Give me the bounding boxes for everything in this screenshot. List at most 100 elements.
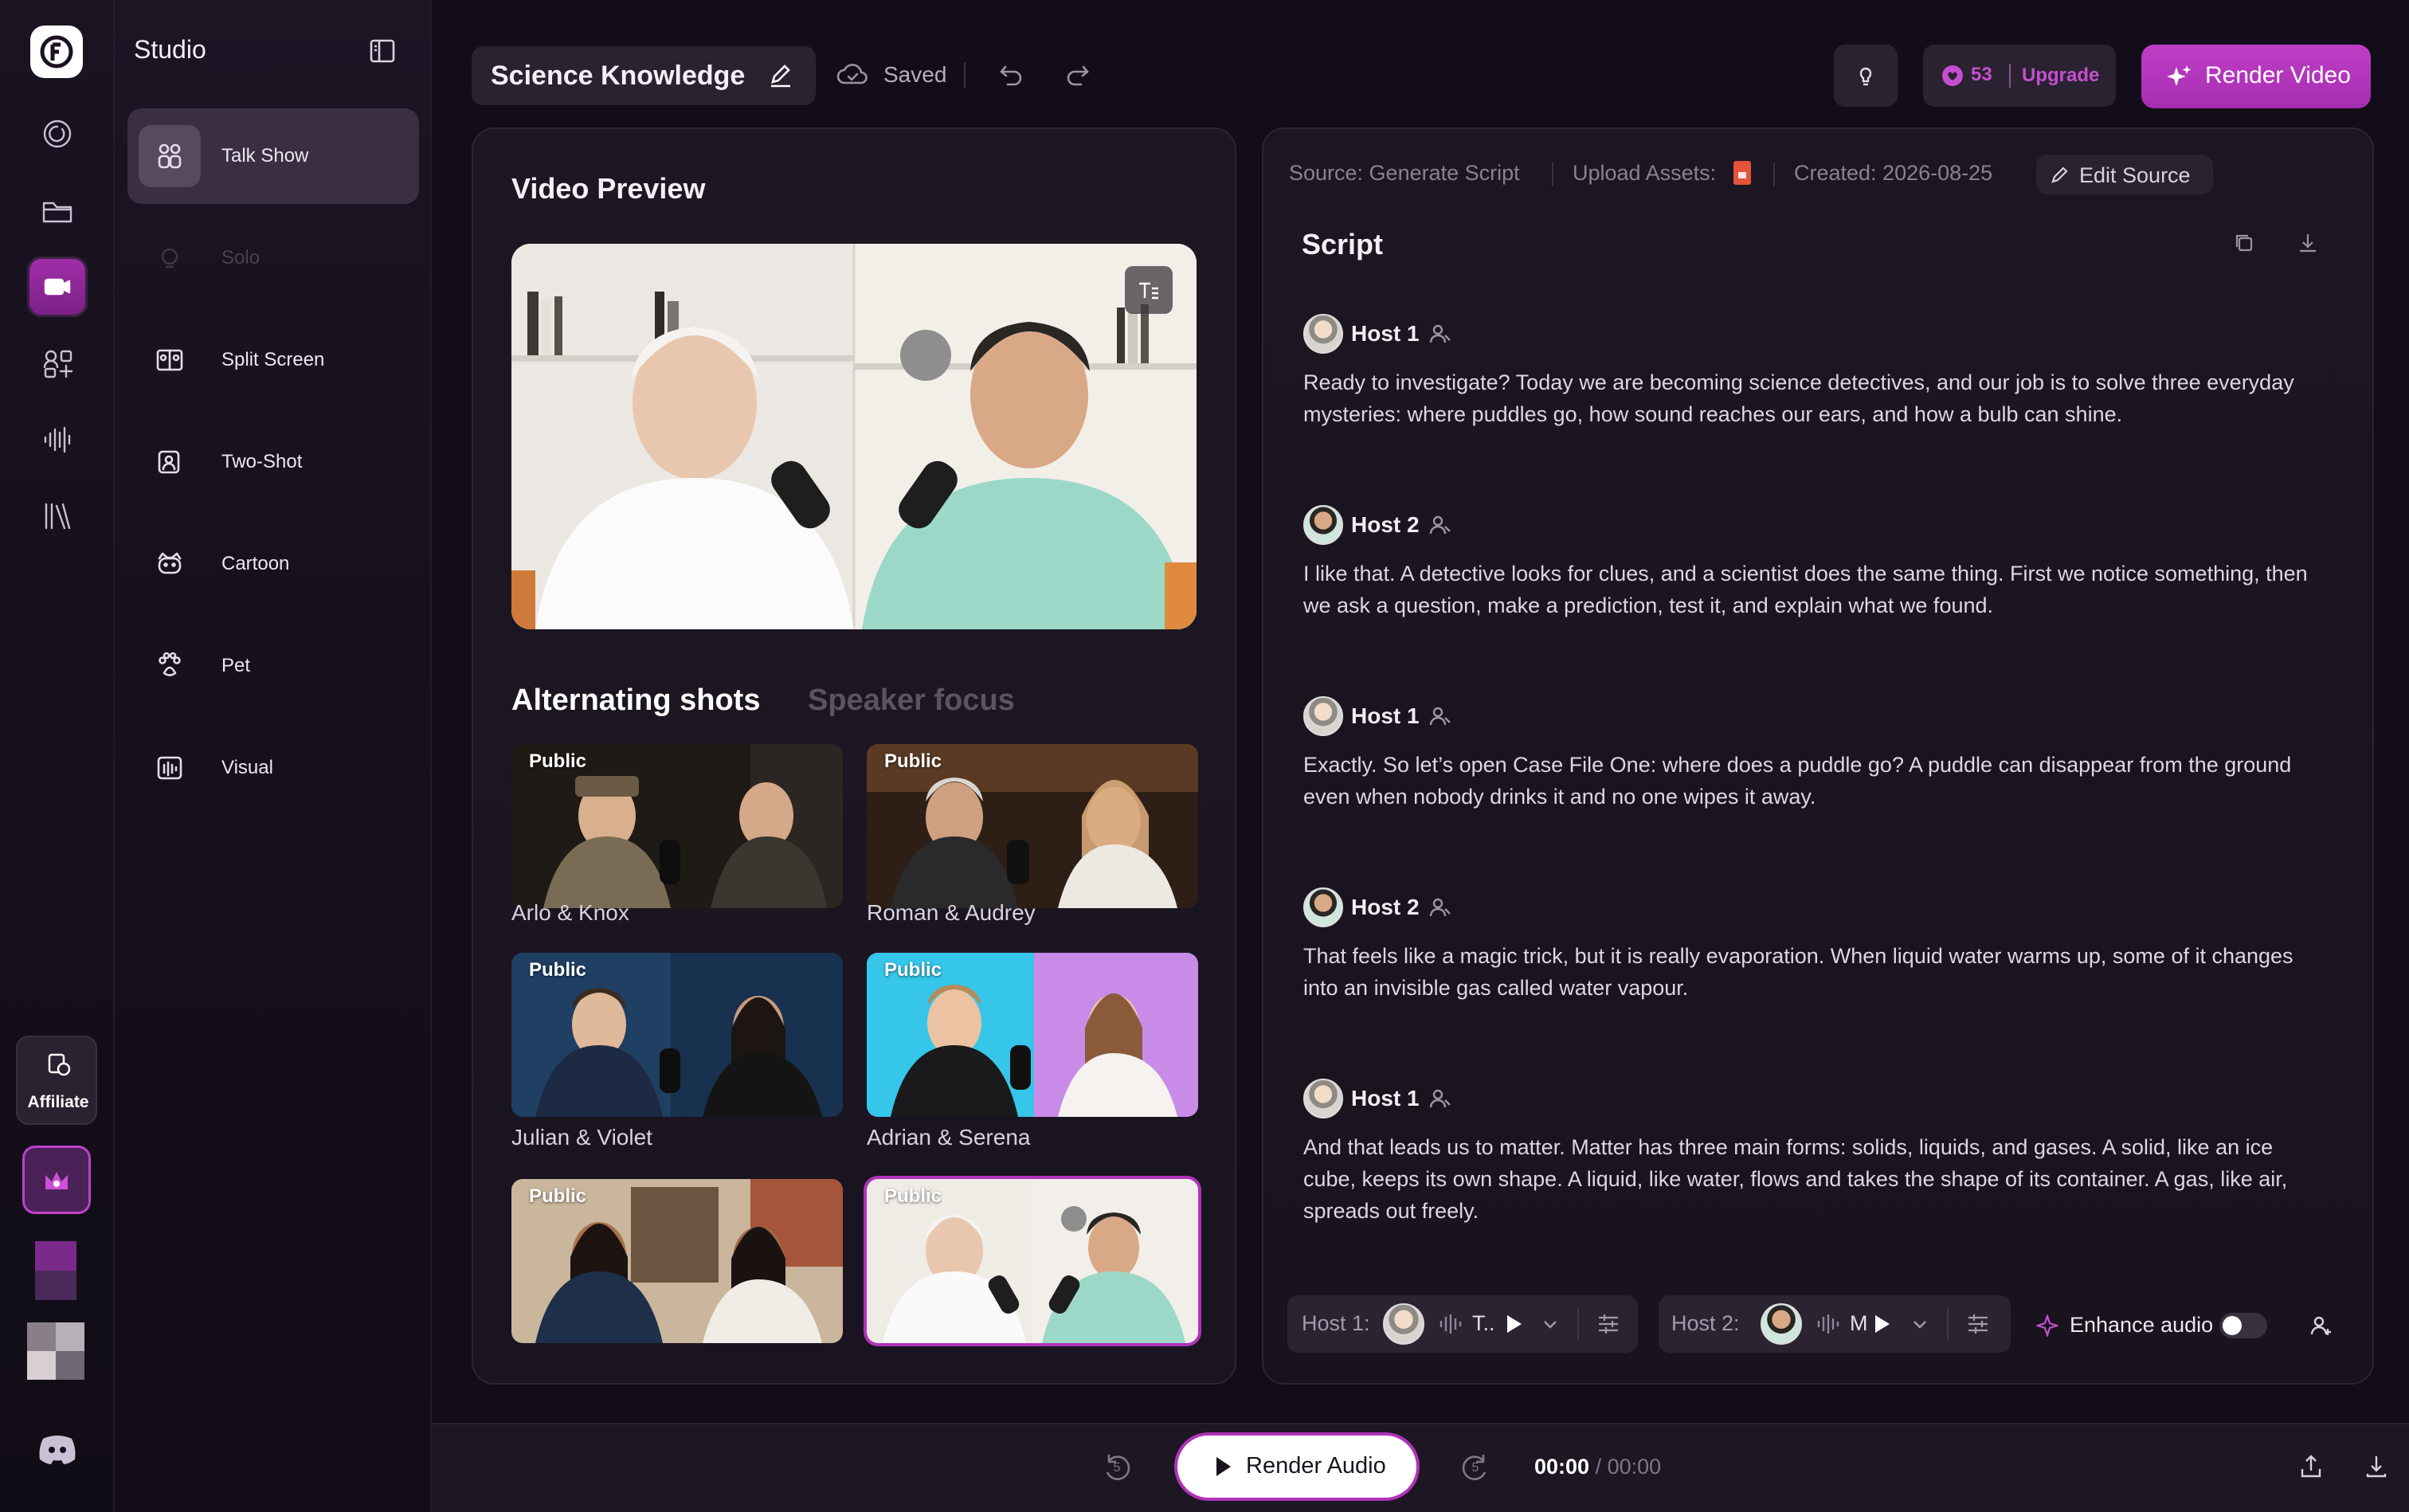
sidebar-item-talk-show[interactable]: Talk Show [127,108,419,204]
audio-waveform-icon[interactable] [27,409,88,470]
affiliate-button[interactable]: Affiliate [16,1036,97,1125]
skip-back-button[interactable]: 5 [1099,1450,1134,1485]
sparkle-icon [2167,65,2192,86]
host-card-roman-audrey[interactable]: Public [867,744,1198,908]
sidebar-item-visual[interactable]: Visual [127,720,419,816]
captions-toggle-icon[interactable] [1125,266,1173,314]
render-audio-label: Render Audio [1246,1453,1386,1479]
skip-back-seconds: 5 [1113,1461,1121,1475]
split-screen-icon [139,329,201,391]
host1-voice-name: T.. [1472,1311,1495,1335]
script-line-header: Host 1 [1303,696,1453,736]
sidebar-item-label: Solo [221,247,260,268]
project-title-text: Science Knowledge [491,60,746,91]
current-time: 00:00 [1534,1455,1590,1479]
host-name: Host 1 [1351,703,1420,728]
render-audio-button[interactable]: Render Audio [1177,1436,1416,1498]
speaker-settings-icon[interactable] [1428,1086,1453,1111]
divider [1552,163,1553,186]
tab-speaker-focus[interactable]: Speaker focus [808,684,1015,718]
host-card-adrian-serena[interactable]: Public [867,953,1198,1117]
two-shot-icon [139,431,201,493]
script-line-header: Host 1 [1303,1079,1453,1118]
host2-voice-name: M [1850,1311,1868,1335]
play-icon[interactable] [1502,1313,1525,1335]
script-title: Script [1302,228,1384,260]
edit-source-button[interactable]: Edit Source [2036,155,2213,194]
host-avatar [1303,887,1343,927]
host2-voice-selector[interactable]: Host 2: M [1659,1295,2011,1353]
waveform-icon [1440,1314,1462,1334]
voice-settings-icon[interactable] [1596,1313,1620,1335]
voice-settings-icon[interactable] [1966,1313,1990,1335]
public-badge: Public [529,750,587,772]
script-line-text[interactable]: I like that. A detective looks for clues… [1303,558,2331,621]
sidebar-item-pet[interactable]: Pet [127,618,419,714]
edit-title-icon[interactable] [766,61,795,90]
speaker-settings-icon[interactable] [1428,321,1453,347]
host-avatar [1761,1303,1802,1345]
share-icon[interactable] [2297,1453,2325,1480]
render-video-button[interactable]: Render Video [2141,45,2371,108]
manage-speakers-icon[interactable] [2309,1313,2334,1338]
library-icon[interactable] [27,486,88,546]
speaker-settings-icon[interactable] [1428,895,1453,920]
workspace-avatar[interactable] [35,1241,76,1300]
avatars-icon[interactable] [27,333,88,394]
video-camera-icon[interactable] [27,257,88,317]
sidebar-item-split-screen[interactable]: Split Screen [127,312,419,408]
discord-icon[interactable] [37,1432,78,1464]
chevron-down-icon[interactable] [1541,1314,1560,1334]
home-icon[interactable] [27,104,88,164]
sidebar-item-two-shot[interactable]: Two-Shot [127,414,419,510]
host-card-julian-violet[interactable]: Public [511,953,843,1117]
user-avatar[interactable] [27,1322,84,1380]
visual-icon [139,737,201,799]
collapse-sidebar-icon[interactable] [368,37,397,65]
sidebar-item-label: Pet [221,655,251,676]
pdf-file-icon[interactable] [1733,161,1751,185]
host-name: Host 2 [1351,512,1420,537]
script-line-text[interactable]: Exactly. So let’s open Case File One: wh… [1303,749,2331,813]
download-icon[interactable] [2363,1453,2390,1480]
script-line-text[interactable]: And that leads us to matter. Matter has … [1303,1131,2331,1227]
premium-button[interactable] [22,1146,91,1214]
upgrade-button[interactable]: 53 Upgrade [1923,45,2116,107]
enhance-audio-toggle[interactable] [2219,1313,2267,1338]
speaker-settings-icon[interactable] [1428,703,1453,729]
script-line-text[interactable]: That feels like a magic trick, but it is… [1303,940,2331,1004]
host1-voice-selector[interactable]: Host 1: T.. [1287,1295,1638,1353]
redo-icon[interactable] [1063,61,1091,89]
undo-icon[interactable] [997,61,1026,89]
sidebar-item-label: Visual [221,757,273,778]
waveform-icon [1817,1314,1839,1334]
copy-icon[interactable] [2232,231,2256,255]
app-logo[interactable] [30,25,83,78]
host-avatar [1303,696,1343,736]
studio-sidebar: Studio Talk Show Solo Split Screen Two-S… [115,0,432,1512]
tab-alternating-shots[interactable]: Alternating shots [511,684,760,718]
credits-icon [1942,65,1963,86]
script-line-text[interactable]: Ready to investigate? Today we are becom… [1303,366,2331,430]
tips-button[interactable] [1834,45,1898,107]
public-badge: Public [884,1185,942,1207]
host-card-5[interactable]: Public [511,1179,843,1343]
host-card-selected[interactable]: Public [867,1179,1198,1343]
sidebar-item-cartoon[interactable]: Cartoon [127,516,419,612]
folder-icon[interactable] [27,180,88,241]
video-preview[interactable] [511,244,1197,629]
divider [1773,163,1775,186]
divider [2009,64,2011,88]
chevron-down-icon[interactable] [1910,1314,1929,1334]
edit-icon [2051,166,2068,183]
download-script-icon[interactable] [2296,231,2320,255]
play-icon[interactable] [1870,1313,1893,1335]
script-line-header: Host 2 [1303,887,1453,927]
host1-voice-label: Host 1: [1302,1311,1370,1335]
project-title[interactable]: Science Knowledge [472,46,816,105]
public-badge: Public [884,750,942,772]
skip-forward-button[interactable]: 5 [1458,1450,1493,1485]
host-card-arlo-knox[interactable]: Public [511,744,843,908]
speaker-settings-icon[interactable] [1428,512,1453,538]
upgrade-label: Upgrade [2022,65,2100,86]
